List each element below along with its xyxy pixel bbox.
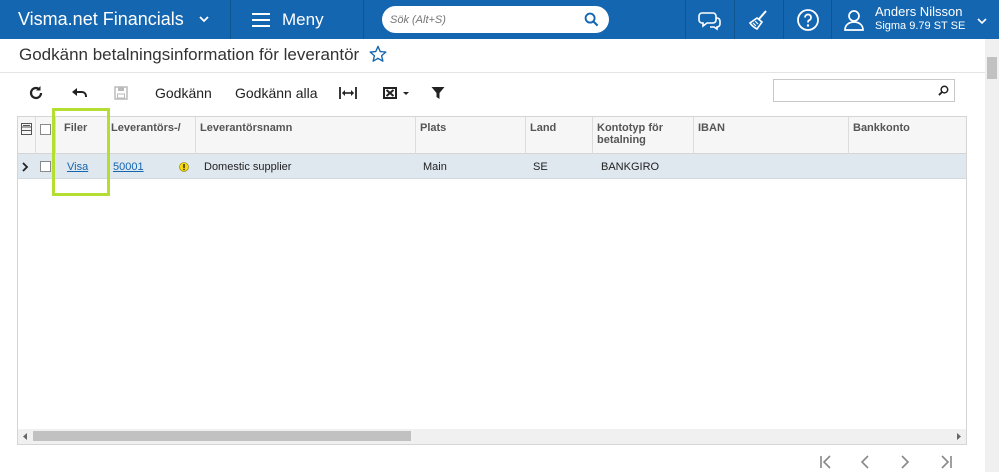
chat-icon bbox=[697, 11, 721, 30]
global-search bbox=[382, 6, 609, 33]
annotation-highlight bbox=[52, 108, 110, 196]
clean-button[interactable] bbox=[734, 0, 782, 39]
search-icon[interactable] bbox=[584, 12, 599, 27]
row-expander[interactable] bbox=[21, 154, 35, 179]
previous-page-icon[interactable] bbox=[858, 455, 872, 469]
column-header-vendor-id[interactable]: Leverantörs-/ bbox=[108, 117, 196, 154]
column-header-iban[interactable]: IBAN bbox=[694, 117, 849, 154]
scroll-thumb[interactable] bbox=[33, 431, 411, 441]
menu-label: Meny bbox=[282, 9, 324, 29]
undo-icon bbox=[72, 88, 87, 97]
pager bbox=[0, 448, 985, 472]
cell-location: Main bbox=[423, 160, 447, 173]
column-settings-icon bbox=[21, 123, 32, 135]
scroll-right-icon[interactable] bbox=[956, 433, 962, 440]
next-page-icon[interactable] bbox=[898, 455, 912, 469]
column-header-country[interactable]: Land bbox=[526, 117, 593, 154]
approve-all-button[interactable]: Godkänn alla bbox=[235, 81, 318, 105]
cell-vendor-id: 50001 bbox=[113, 154, 144, 179]
user-menu[interactable]: Anders Nilsson Sigma 9.79 ST SE bbox=[831, 0, 999, 39]
column-header-account-type[interactable]: Kontotyp för betalning bbox=[593, 117, 694, 154]
user-icon bbox=[844, 10, 864, 31]
star-icon[interactable] bbox=[369, 45, 387, 63]
horizontal-scrollbar[interactable] bbox=[18, 429, 966, 444]
vendor-id-link[interactable]: 50001 bbox=[113, 161, 144, 173]
help-button[interactable] bbox=[783, 0, 831, 39]
chat-button[interactable] bbox=[685, 0, 733, 39]
broom-icon bbox=[748, 9, 767, 30]
user-name: Anders Nilsson bbox=[875, 4, 963, 19]
scroll-thumb[interactable] bbox=[987, 57, 997, 79]
user-company: Sigma 9.79 ST SE bbox=[875, 20, 966, 32]
fit-columns-button[interactable] bbox=[339, 81, 357, 105]
search-icon[interactable] bbox=[938, 85, 949, 96]
chevron-down-icon bbox=[977, 18, 987, 25]
filter-button[interactable] bbox=[431, 81, 445, 105]
last-page-icon[interactable] bbox=[939, 455, 953, 469]
column-settings[interactable] bbox=[18, 117, 36, 154]
menu-button[interactable]: Meny bbox=[232, 0, 364, 39]
first-page-icon[interactable] bbox=[819, 455, 833, 469]
checkbox[interactable] bbox=[40, 161, 51, 172]
column-header-bank-account[interactable]: Bankkonto bbox=[849, 117, 966, 154]
checkbox[interactable] bbox=[40, 124, 51, 135]
cell-warning bbox=[179, 154, 189, 179]
column-header-location[interactable]: Plats bbox=[416, 117, 526, 154]
brand-switcher[interactable]: Visma.net Financials bbox=[0, 0, 231, 39]
chevron-right-icon bbox=[22, 161, 29, 172]
page-title: Godkänn betalningsinformation för levera… bbox=[19, 45, 360, 64]
cell-country: SE bbox=[533, 160, 548, 173]
refresh-button[interactable] bbox=[28, 81, 44, 105]
approve-button[interactable]: Godkänn bbox=[155, 81, 212, 105]
top-bar: Visma.net Financials Meny Anders Nilsson… bbox=[0, 0, 999, 39]
filter-icon bbox=[431, 87, 445, 99]
global-search-input[interactable] bbox=[390, 11, 580, 28]
cell-account-type: BANKGIRO bbox=[601, 160, 660, 173]
fit-width-icon bbox=[339, 87, 357, 99]
refresh-icon bbox=[29, 86, 43, 100]
cell-vendor-name: Domestic supplier bbox=[204, 160, 292, 173]
help-icon bbox=[796, 8, 819, 31]
save-button[interactable] bbox=[114, 81, 128, 105]
brand-title: Visma.net Financials bbox=[18, 9, 184, 29]
grid-header: Filer Leverantörs-/ Leverantörsnamn Plat… bbox=[18, 117, 966, 154]
grid-search[interactable] bbox=[773, 79, 955, 102]
table-row[interactable]: Visa 50001 Domestic supplier Main SE BAN… bbox=[18, 154, 966, 179]
column-header-vendor-name[interactable]: Leverantörsnamn bbox=[196, 117, 416, 154]
save-icon bbox=[114, 86, 128, 100]
chevron-down-icon bbox=[199, 16, 209, 23]
data-grid: Filer Leverantörs-/ Leverantörsnamn Plat… bbox=[17, 116, 967, 445]
scroll-left-icon[interactable] bbox=[22, 433, 28, 440]
warning-icon bbox=[179, 161, 189, 172]
caret-down-icon bbox=[403, 92, 409, 95]
hamburger-icon bbox=[252, 12, 270, 27]
vertical-scrollbar[interactable] bbox=[985, 39, 999, 472]
undo-button[interactable] bbox=[71, 81, 89, 105]
excel-icon bbox=[383, 87, 397, 99]
export-excel-button[interactable] bbox=[382, 81, 411, 105]
title-bar: Godkänn betalningsinformation för levera… bbox=[0, 39, 999, 73]
